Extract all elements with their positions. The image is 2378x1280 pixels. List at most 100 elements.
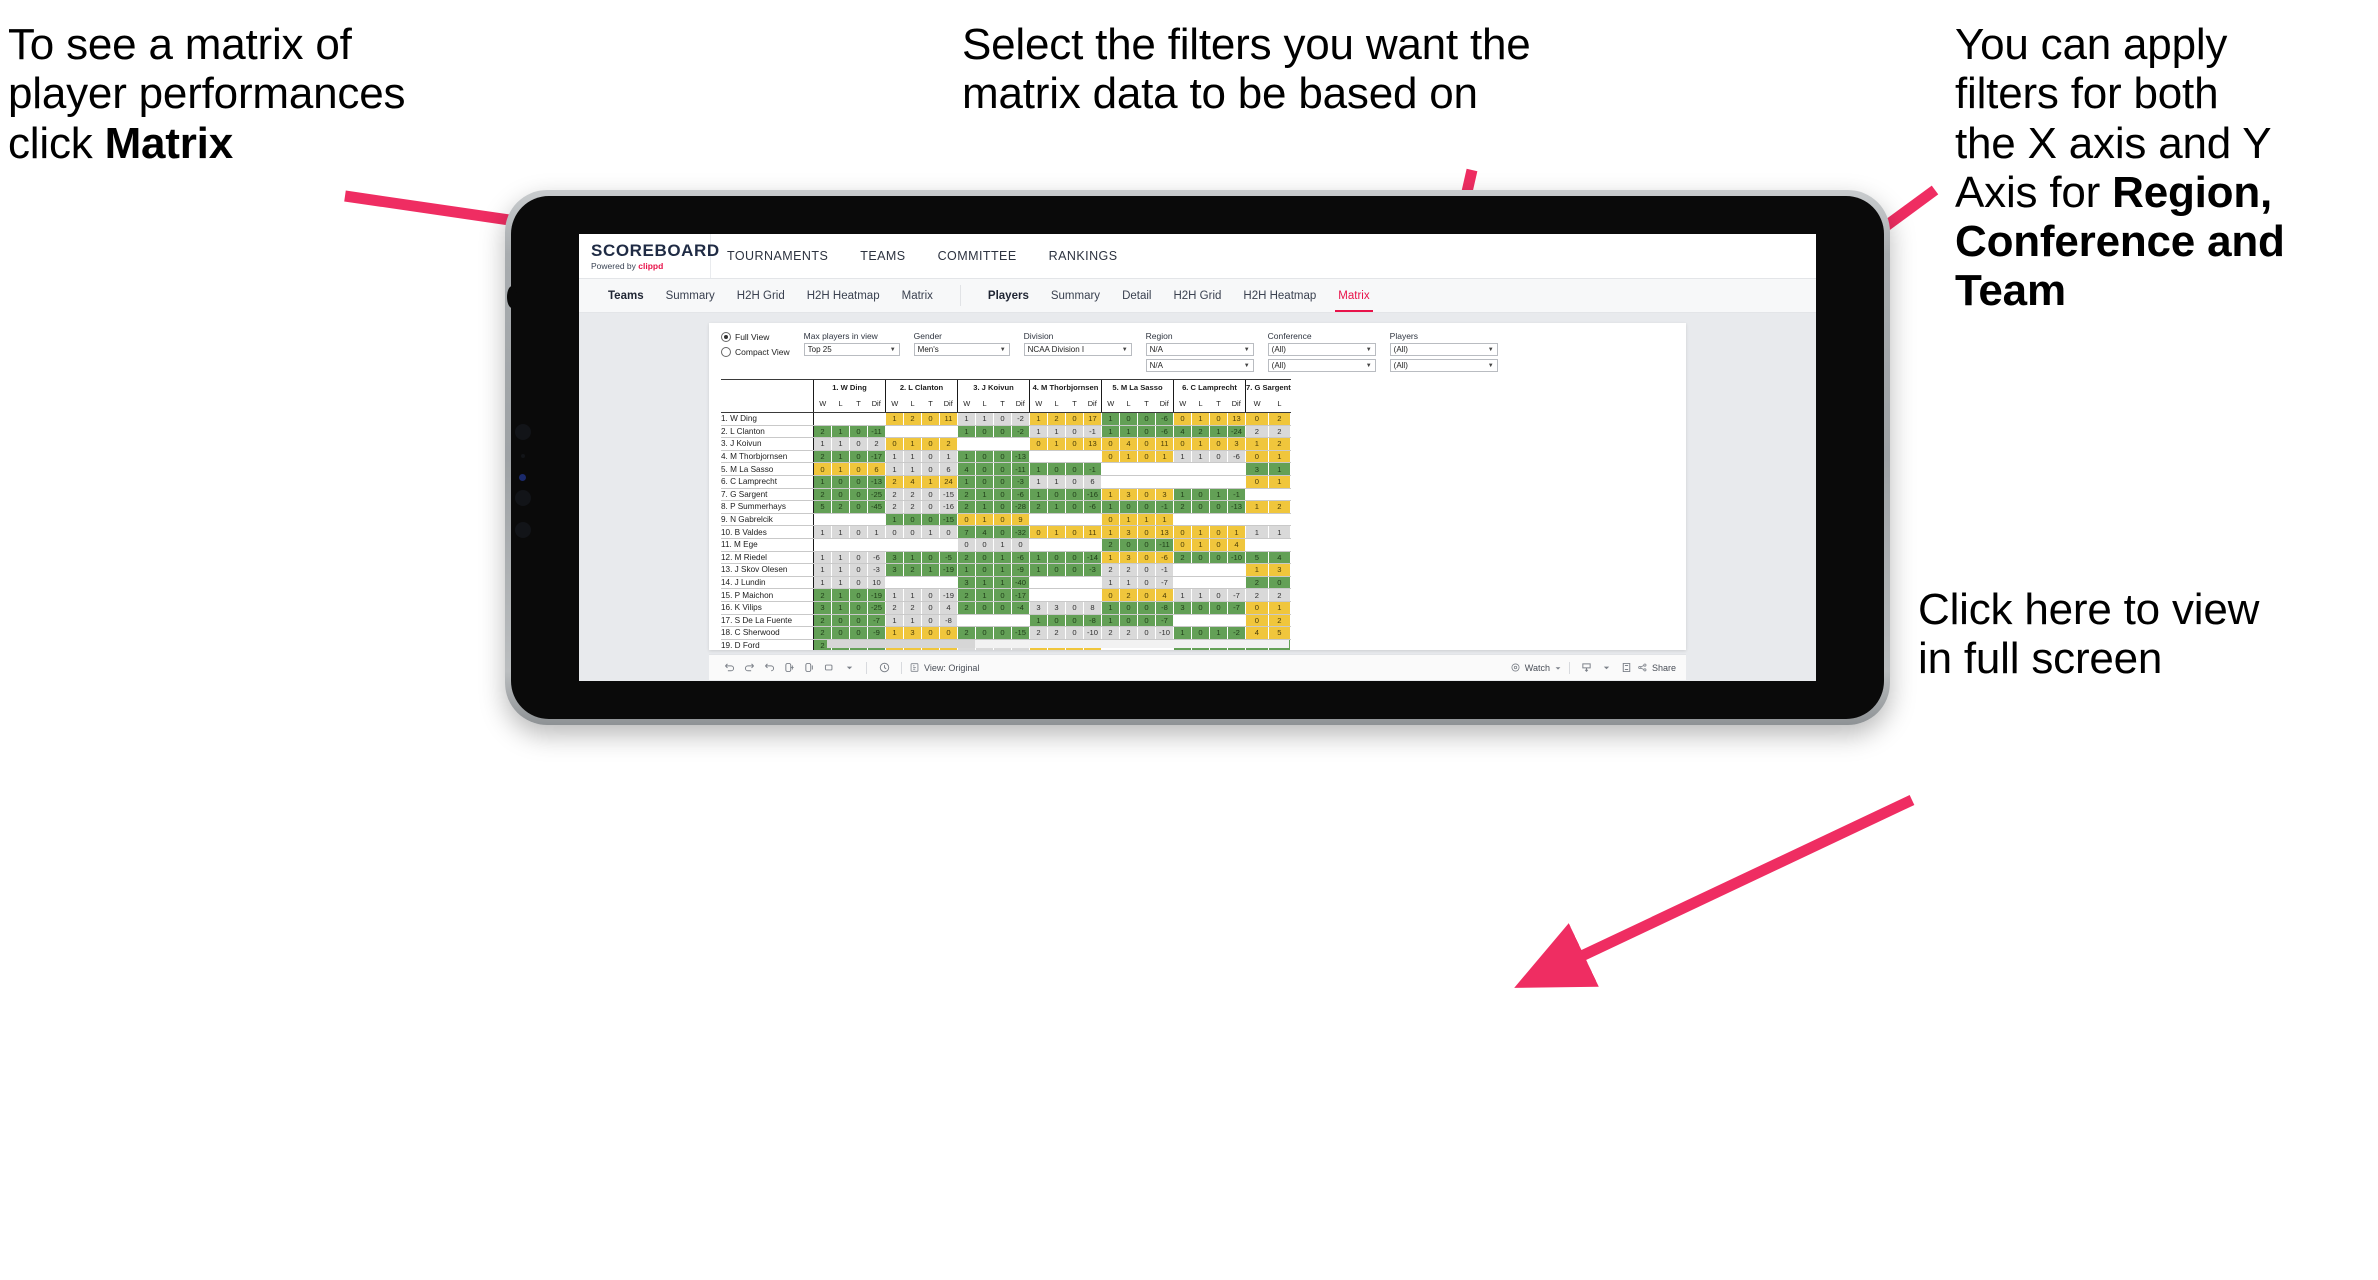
matrix-cell[interactable]: 4 [1119,437,1138,451]
history-icon[interactable] [874,659,894,677]
download-dropdown-icon[interactable] [1597,659,1617,677]
matrix-cell[interactable]: 3 [1155,488,1174,502]
matrix-cell[interactable]: 7 [957,525,976,539]
matrix-cell[interactable]: 1 [975,588,994,602]
matrix-cell[interactable]: -14 [1083,551,1102,565]
matrix-cell[interactable]: 1 [1268,462,1292,476]
matrix-cell[interactable]: 2 [813,425,832,439]
matrix-cell[interactable]: 0 [975,475,994,489]
matrix-cell[interactable]: 0 [957,538,976,552]
matrix-cell[interactable] [903,538,922,552]
matrix-cell[interactable]: 1 [993,551,1012,565]
matrix-cell[interactable]: 0 [849,475,868,489]
matrix-cell[interactable]: -1 [1155,500,1174,514]
matrix-cell[interactable]: 1 [1101,412,1120,426]
matrix-cell[interactable]: 0 [849,425,868,439]
matrix-cell[interactable] [1083,538,1102,552]
matrix-cell[interactable] [1173,614,1192,628]
matrix-cell[interactable]: 1 [1227,525,1246,539]
matrix-cell[interactable]: 1 [1245,437,1269,451]
matrix-cell[interactable] [921,576,940,590]
matrix-cell[interactable]: 2 [903,488,922,502]
matrix-cell[interactable]: 0 [975,425,994,439]
matrix-cell[interactable]: 1 [1155,513,1174,527]
matrix-cell[interactable] [1137,475,1156,489]
select-division[interactable]: NCAA Division I ▼ [1023,343,1132,356]
matrix-cell[interactable]: 0 [1065,462,1084,476]
matrix-cell[interactable]: 0 [993,588,1012,602]
matrix-cell[interactable] [1191,576,1210,590]
matrix-cell[interactable]: 2 [885,601,904,615]
matrix-cell[interactable]: 2 [1101,538,1120,552]
matrix-cell[interactable]: 6 [939,462,958,476]
matrix-cell[interactable]: 0 [849,450,868,464]
matrix-cell[interactable]: -3 [867,563,886,577]
matrix-cell[interactable]: 17 [1083,412,1102,426]
matrix-cell[interactable]: 1 [867,525,886,539]
matrix-cell[interactable]: 2 [1268,437,1292,451]
matrix-cell[interactable]: 0 [993,601,1012,615]
matrix-cell[interactable] [1065,588,1084,602]
matrix-cell[interactable]: 1 [957,563,976,577]
matrix-cell[interactable] [921,425,940,439]
matrix-cell[interactable]: -45 [867,500,886,514]
matrix-cell[interactable]: 1 [1191,525,1210,539]
matrix-cell[interactable]: 1 [813,525,832,539]
matrix-cell[interactable]: 2 [957,588,976,602]
matrix-cell[interactable]: -32 [1011,525,1030,539]
tab-players-h2h-grid[interactable]: H2H Grid [1162,279,1232,312]
matrix-cell[interactable]: -1 [1227,488,1246,502]
matrix-cell[interactable]: 0 [849,525,868,539]
matrix-cell[interactable] [1155,475,1174,489]
matrix-cell[interactable]: 0 [1065,475,1084,489]
matrix-cell[interactable]: -16 [1083,488,1102,502]
matrix-cell[interactable]: 0 [921,588,940,602]
matrix-cell[interactable]: 1 [1101,488,1120,502]
matrix-cell[interactable]: 0 [1209,601,1228,615]
matrix-cell[interactable]: 1 [885,412,904,426]
matrix-cell[interactable] [1029,576,1048,590]
matrix-cell[interactable]: 2 [1245,425,1269,439]
matrix-cell[interactable]: 1 [831,525,850,539]
matrix-cell[interactable]: 2 [939,437,958,451]
matrix-cell[interactable]: 4 [1268,551,1292,565]
matrix-cell[interactable]: -19 [939,588,958,602]
matrix-cell[interactable]: 0 [1209,588,1228,602]
matrix-cell[interactable]: 1 [1101,601,1120,615]
matrix-cell[interactable] [1047,513,1066,527]
matrix-cell[interactable] [975,614,994,628]
matrix-cell[interactable]: 0 [885,525,904,539]
matrix-cell[interactable] [1227,576,1246,590]
matrix-cell[interactable]: 2 [957,626,976,640]
matrix-cell[interactable]: 0 [975,462,994,476]
matrix-cell[interactable] [1119,462,1138,476]
select-gender[interactable]: Men's ▼ [913,343,1010,356]
matrix-cell[interactable] [957,614,976,628]
matrix-cell[interactable]: 0 [1065,563,1084,577]
matrix-cell[interactable] [831,513,850,527]
matrix-cell[interactable]: 0 [1268,576,1292,590]
matrix-cell[interactable]: 1 [885,614,904,628]
matrix-cell[interactable]: -7 [1155,614,1174,628]
matrix-cell[interactable]: -2 [1011,425,1030,439]
matrix-cell[interactable] [1173,462,1192,476]
matrix-cell[interactable]: 0 [939,525,958,539]
matrix-cell[interactable] [939,538,958,552]
matrix-cell[interactable]: 0 [849,614,868,628]
matrix-cell[interactable]: 1 [1047,425,1066,439]
matrix-cell[interactable]: 8 [1083,601,1102,615]
matrix-cell[interactable]: 0 [993,513,1012,527]
matrix-cell[interactable]: 0 [1137,576,1156,590]
matrix-cell[interactable] [849,412,868,426]
matrix-cell[interactable]: 2 [1245,588,1269,602]
matrix-cell[interactable]: -7 [1155,576,1174,590]
matrix-cell[interactable]: 0 [831,475,850,489]
matrix-cell[interactable]: 1 [1119,513,1138,527]
matrix-cell[interactable]: 1 [1268,475,1292,489]
matrix-cell[interactable]: 1 [921,563,940,577]
matrix-cell[interactable]: -8 [939,614,958,628]
matrix-cell[interactable]: 1 [1245,500,1269,514]
matrix-cell[interactable]: 2 [957,488,976,502]
matrix-cell[interactable]: 1 [903,614,922,628]
matrix-cell[interactable]: -11 [867,425,886,439]
